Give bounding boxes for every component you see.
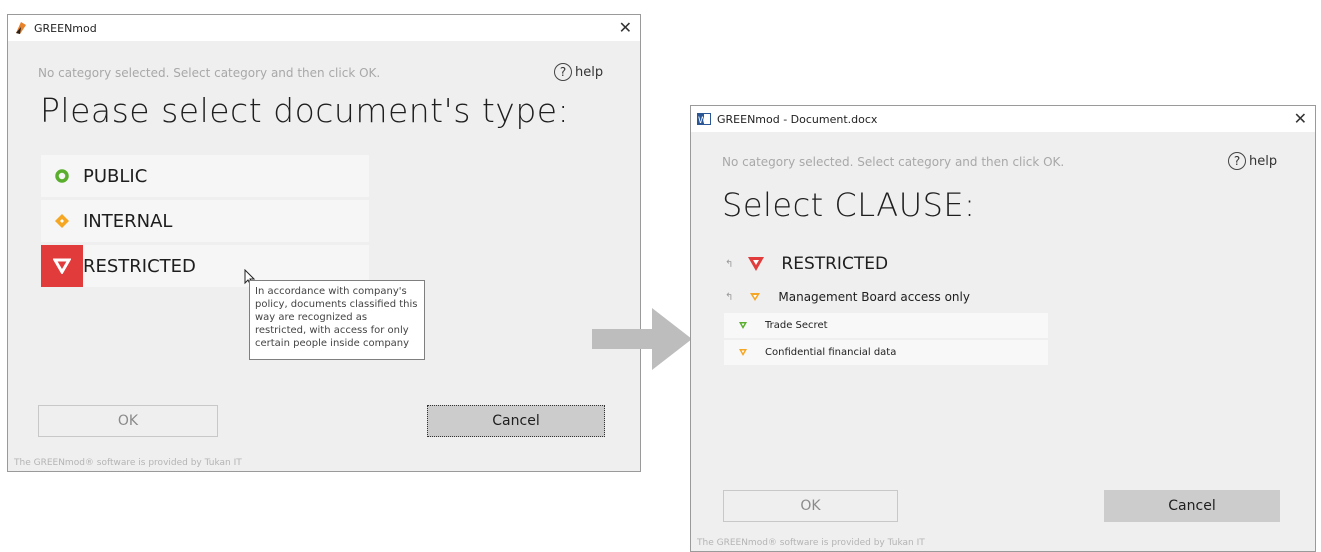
- clause-confidential-financial[interactable]: Confidential financial data: [724, 340, 1048, 365]
- footer-text: The GREENmod® software is provided by Tu…: [14, 458, 242, 468]
- red-down-triangle-icon: [747, 256, 765, 272]
- word-doc-icon: W: [697, 113, 711, 125]
- parent-category[interactable]: ↰ RESTRICTED: [725, 254, 888, 274]
- close-icon[interactable]: ✕: [619, 18, 632, 37]
- dialog-left: GREENmod ✕ No category selected. Select …: [7, 14, 641, 472]
- svg-text:W: W: [698, 116, 707, 125]
- help-button[interactable]: ? help: [1228, 152, 1277, 170]
- green-circle-icon: [41, 155, 83, 197]
- green-down-triangle-icon: [738, 321, 748, 330]
- clause-trade-secret[interactable]: Trade Secret: [724, 313, 1048, 338]
- up-level-icon[interactable]: ↰: [725, 292, 733, 303]
- ok-button[interactable]: OK: [723, 490, 898, 522]
- category-label: RESTRICTED: [83, 255, 196, 277]
- app-logo-icon: [14, 21, 28, 35]
- title-bar: W GREENmod - Document.docx ✕: [691, 106, 1315, 132]
- close-icon[interactable]: ✕: [1294, 109, 1307, 128]
- footer-text: The GREENmod® software is provided by Tu…: [697, 538, 925, 548]
- window-title: GREENmod - Document.docx: [717, 112, 878, 126]
- page-title: Please select document's type:: [40, 91, 570, 130]
- orange-diamond-icon: [41, 200, 83, 242]
- category-public[interactable]: PUBLIC: [41, 155, 369, 197]
- category-internal[interactable]: INTERNAL: [41, 200, 369, 242]
- cancel-button[interactable]: Cancel: [427, 405, 605, 437]
- help-icon: ?: [1228, 152, 1246, 170]
- red-down-triangle-icon: [41, 245, 83, 287]
- dialog-right: W GREENmod - Document.docx ✕ No category…: [690, 105, 1316, 552]
- window-title: GREENmod: [34, 21, 97, 35]
- clause-label: Confidential financial data: [765, 347, 897, 358]
- category-label: INTERNAL: [83, 210, 173, 232]
- clause-label: Trade Secret: [765, 320, 828, 331]
- help-label: help: [575, 64, 604, 80]
- sub-category-label: Management Board access only: [778, 290, 970, 304]
- parent-category-label: RESTRICTED: [781, 254, 889, 274]
- arrow-right-icon: [592, 308, 692, 374]
- page-title: Select CLAUSE:: [722, 186, 976, 224]
- help-icon: ?: [554, 63, 572, 81]
- orange-down-triangle-icon: [749, 292, 761, 302]
- help-label: help: [1249, 153, 1278, 169]
- tooltip: In accordance with company's policy, doc…: [249, 280, 425, 360]
- up-level-icon[interactable]: ↰: [725, 259, 733, 270]
- help-button[interactable]: ? help: [554, 63, 603, 81]
- sub-category[interactable]: ↰ Management Board access only: [725, 290, 970, 304]
- status-hint: No category selected. Select category an…: [722, 155, 1065, 169]
- orange-down-triangle-icon: [738, 348, 748, 357]
- status-hint: No category selected. Select category an…: [38, 66, 381, 80]
- cancel-button[interactable]: Cancel: [1104, 490, 1280, 522]
- title-bar: GREENmod ✕: [8, 15, 640, 41]
- category-label: PUBLIC: [83, 165, 148, 187]
- ok-button[interactable]: OK: [38, 405, 218, 437]
